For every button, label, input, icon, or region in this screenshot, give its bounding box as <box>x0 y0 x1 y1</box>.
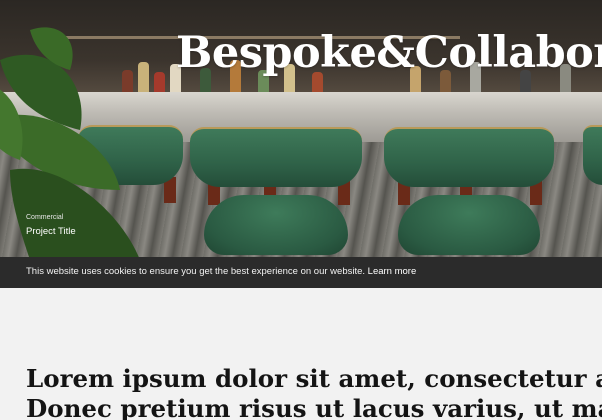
hero-image: Bespoke&Collaborat Commercial Project Ti… <box>0 0 602 257</box>
project-category: Commercial <box>26 214 64 221</box>
stool-back <box>384 127 554 187</box>
stool-back <box>583 125 602 185</box>
lead-paragraph: Lorem ipsum dolor sit amet, consectetur … <box>26 364 602 420</box>
bar-stool <box>384 127 554 257</box>
bar-stool <box>583 125 602 255</box>
cookie-message: This website uses cookies to ensure you … <box>26 266 366 277</box>
stool-seat <box>397 195 541 255</box>
stool-back <box>190 127 362 187</box>
cookie-banner-text: This website uses cookies to ensure you … <box>26 266 416 277</box>
lead-line: Donec pretium risus ut lacus varius, ut … <box>26 394 602 420</box>
cookie-banner: This website uses cookies to ensure you … <box>0 257 602 288</box>
main-content: Lorem ipsum dolor sit amet, consectetur … <box>0 288 602 420</box>
stool-seat <box>203 195 349 255</box>
project-title-link[interactable]: Project Title <box>26 226 76 237</box>
learn-more-link[interactable]: Learn more <box>368 266 417 277</box>
lead-line: Lorem ipsum dolor sit amet, consectetur … <box>26 364 602 393</box>
plant-foliage <box>0 27 139 257</box>
hero-title: Bespoke&Collaborat <box>176 28 602 78</box>
bar-stool <box>190 127 362 257</box>
